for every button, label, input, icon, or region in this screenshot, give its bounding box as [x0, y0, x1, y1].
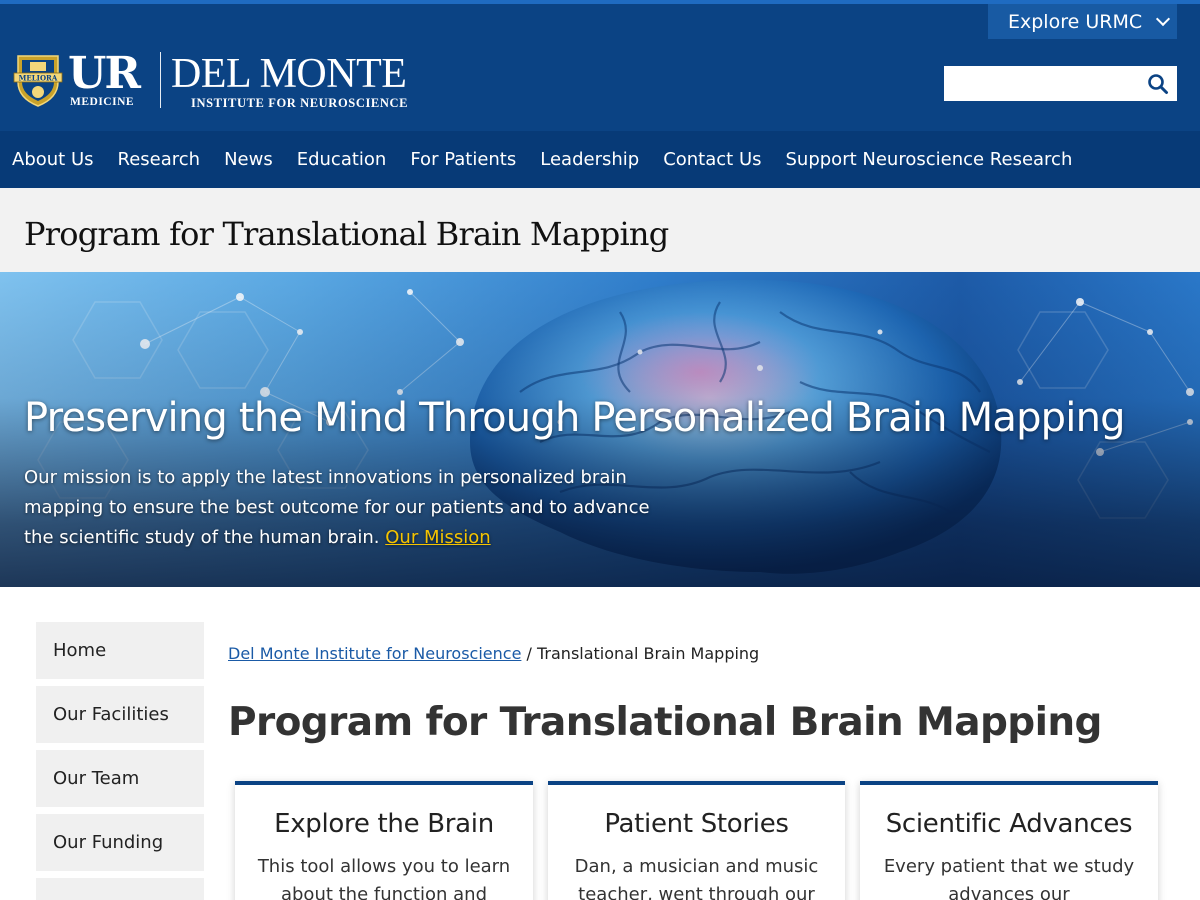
svg-text:MELIORA: MELIORA [19, 74, 58, 83]
explore-urmc-label: Explore URMC [1008, 10, 1143, 33]
university-seal-icon: MELIORA [13, 55, 63, 107]
card-scientific-advances[interactable]: Scientific Advances Every patient that w… [860, 781, 1158, 900]
breadcrumb-current: Translational Brain Mapping [537, 644, 760, 663]
nav-for-patients[interactable]: For Patients [410, 149, 516, 170]
program-title: Program for Translational Brain Mapping [24, 215, 669, 253]
nav-news[interactable]: News [224, 149, 273, 170]
our-mission-link[interactable]: Our Mission [385, 527, 490, 548]
main-nav: About Us Research News Education For Pat… [0, 131, 1200, 188]
search-icon[interactable] [1147, 73, 1169, 95]
chevron-down-icon [1156, 11, 1171, 26]
sidebar-item-our-funding[interactable]: Our Funding [36, 814, 204, 871]
card-text: This tool allows you to learn about the … [257, 856, 511, 900]
card-text: Every patient that we study advances our… [883, 856, 1135, 900]
logo-divider [160, 52, 161, 108]
card-title: Explore the Brain [274, 809, 494, 839]
nav-about-us[interactable]: About Us [12, 149, 94, 170]
sidebar-item-our-team[interactable]: Our Team [36, 750, 204, 807]
logo-medicine: MEDICINE [70, 96, 135, 108]
card-title: Patient Stories [604, 809, 789, 839]
logo-ur: UR [68, 48, 141, 99]
nav-education[interactable]: Education [297, 149, 387, 170]
nav-contact-us[interactable]: Contact Us [663, 149, 761, 170]
card-title: Scientific Advances [885, 809, 1133, 839]
nav-research[interactable]: Research [118, 149, 201, 170]
sidebar-item-more[interactable] [36, 878, 204, 900]
hero-heading: Preserving the Mind Through Personalized… [24, 395, 1126, 441]
breadcrumb: Del Monte Institute for Neuroscience / T… [228, 644, 759, 663]
sidebar-nav: Home Our Facilities Our Team Our Funding [36, 622, 204, 900]
logo-del-monte: DEL MONTE [171, 51, 407, 97]
card-explore-the-brain[interactable]: Explore the Brain This tool allows you t… [235, 781, 533, 900]
explore-urmc-button[interactable]: Explore URMC [988, 4, 1177, 39]
search-box [944, 66, 1177, 101]
hero-mission-text: Our mission is to apply the latest innov… [24, 467, 650, 548]
page-title: Program for Translational Brain Mapping [228, 700, 1102, 745]
breadcrumb-separator: / [526, 644, 532, 663]
card-text: Dan, a musician and music teacher, went … [574, 856, 819, 900]
search-input[interactable] [944, 66, 1139, 101]
nav-support-research[interactable]: Support Neuroscience Research [786, 149, 1073, 170]
breadcrumb-link-del-monte[interactable]: Del Monte Institute for Neuroscience [228, 644, 521, 663]
hero-text: Our mission is to apply the latest innov… [24, 463, 684, 553]
site-logo[interactable]: MELIORA UR MEDICINE DEL MONTE INSTITUTE … [12, 52, 441, 112]
hero-banner: Preserving the Mind Through Personalized… [0, 272, 1200, 587]
nav-leadership[interactable]: Leadership [540, 149, 639, 170]
program-title-band: Program for Translational Brain Mapping [0, 188, 1200, 272]
sidebar-item-our-facilities[interactable]: Our Facilities [36, 686, 204, 743]
site-header: Explore URMC MELIORA UR MEDICINE DEL MON… [0, 0, 1200, 131]
logo-institute: INSTITUTE FOR NEUROSCIENCE [191, 96, 409, 110]
sidebar-item-home[interactable]: Home [36, 622, 204, 679]
card-patient-stories[interactable]: Patient Stories Dan, a musician and musi… [548, 781, 845, 900]
